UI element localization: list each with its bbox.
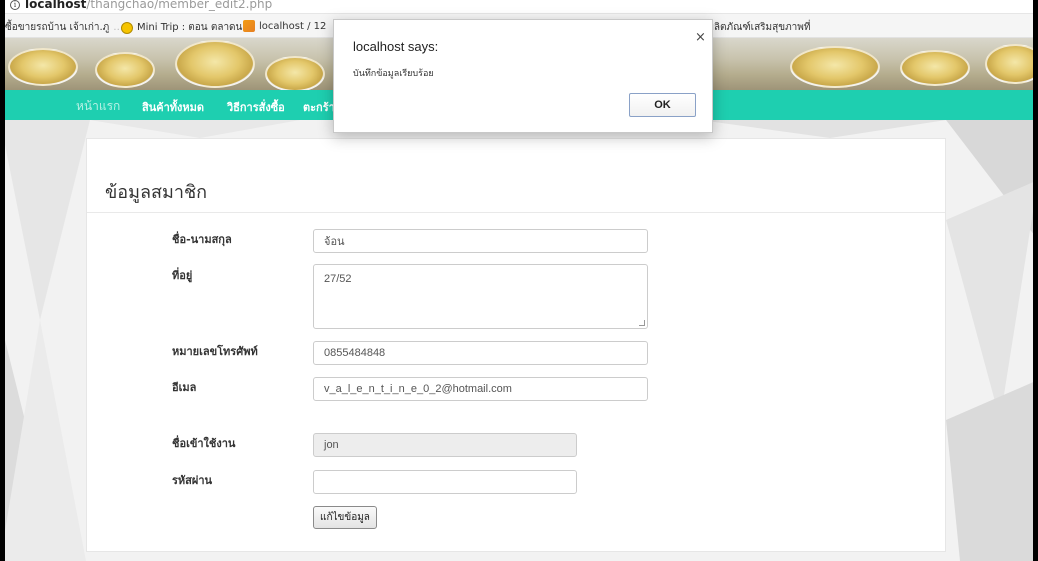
nav-home[interactable]: หน้าแรก: [76, 97, 120, 116]
password-field[interactable]: [313, 470, 577, 494]
close-icon[interactable]: ×: [695, 30, 706, 45]
dialog-message: บันทึกข้อมูลเรียบร้อย: [353, 69, 434, 79]
edit-submit-button[interactable]: แก้ไขข้อมูล: [313, 506, 377, 529]
bookmark-item[interactable]: อซื้อขายรถบ้าน เจ้าเก่า.ภู…: [0, 20, 123, 35]
banner-image: [8, 48, 78, 86]
phpmyadmin-icon: [243, 20, 255, 32]
frame-border-right: [1033, 0, 1038, 561]
banner-image: [175, 40, 255, 88]
bookmark-item[interactable]: Mini Trip : ตอน ตลาดน: [121, 20, 242, 35]
url-path: /thangchao/member_edit2.php: [86, 0, 273, 11]
banner-image: [265, 56, 325, 90]
username-label: ชื่อเข้าใช้งาน: [172, 437, 236, 450]
banner-image: [95, 52, 155, 88]
nav-all-products[interactable]: สินค้าทั้งหมด: [142, 98, 204, 116]
url-text[interactable]: localhost/thangchao/member_edit2.php: [25, 0, 272, 11]
url-host: localhost: [25, 0, 87, 11]
info-icon[interactable]: i: [10, 0, 20, 10]
address-value: 27/52: [324, 273, 352, 285]
banner-image: [790, 46, 880, 88]
ok-button[interactable]: OK: [629, 93, 696, 117]
email-field[interactable]: v_a_l_e_n_t_i_n_e_0_2@hotmail.com: [313, 377, 648, 401]
banner-image: [900, 50, 970, 86]
bookmark-label: ผลิตภัณฑ์เสริมสุขภาพที่: [708, 22, 811, 33]
bookmark-item[interactable]: localhost / 12: [243, 20, 326, 32]
name-label: ชื่อ-นามสกุล: [172, 233, 232, 246]
bookmark-label: อซื้อขายรถบ้าน เจ้าเก่า.ภู: [0, 22, 110, 33]
nav-cart[interactable]: ตะกร้า: [303, 98, 335, 116]
smiley-icon: [121, 21, 133, 34]
frame-border-left: [0, 0, 5, 561]
nav-how-to-order[interactable]: วิธีการสั่งซื้อ: [227, 98, 285, 116]
alert-dialog: localhost says: บันทึกข้อมูลเรียบร้อย OK: [333, 19, 713, 133]
member-form-card: ข้อมูลสมาชิก ชื่อ-นามสกุล จ้อน ที่อยู่ 2…: [86, 138, 946, 552]
password-label: รหัสผ่าน: [172, 474, 213, 487]
address-field[interactable]: 27/52: [313, 264, 648, 329]
bookmark-label: Mini Trip : ตอน ตลาดน: [137, 22, 243, 33]
address-label: ที่อยู่: [172, 269, 193, 282]
username-field[interactable]: jon: [313, 433, 577, 457]
email-label: อีเมล: [172, 381, 197, 394]
dialog-title: localhost says:: [353, 39, 439, 54]
bookmark-label: localhost / 12: [259, 20, 327, 32]
address-bar[interactable]: i localhost/thangchao/member_edit2.php: [0, 0, 1038, 14]
name-field[interactable]: จ้อน: [313, 229, 648, 253]
title-divider: [87, 212, 945, 213]
page-title: ข้อมูลสมาชิก: [105, 182, 208, 203]
banner-image: [985, 44, 1038, 84]
phone-field[interactable]: 0855484848: [313, 341, 648, 365]
bookmark-item[interactable]: ผลิตภัณฑ์เสริมสุขภาพที่: [708, 20, 810, 35]
resize-handle-icon[interactable]: [639, 320, 645, 326]
phone-label: หมายเลขโทรศัพท์: [172, 345, 258, 358]
